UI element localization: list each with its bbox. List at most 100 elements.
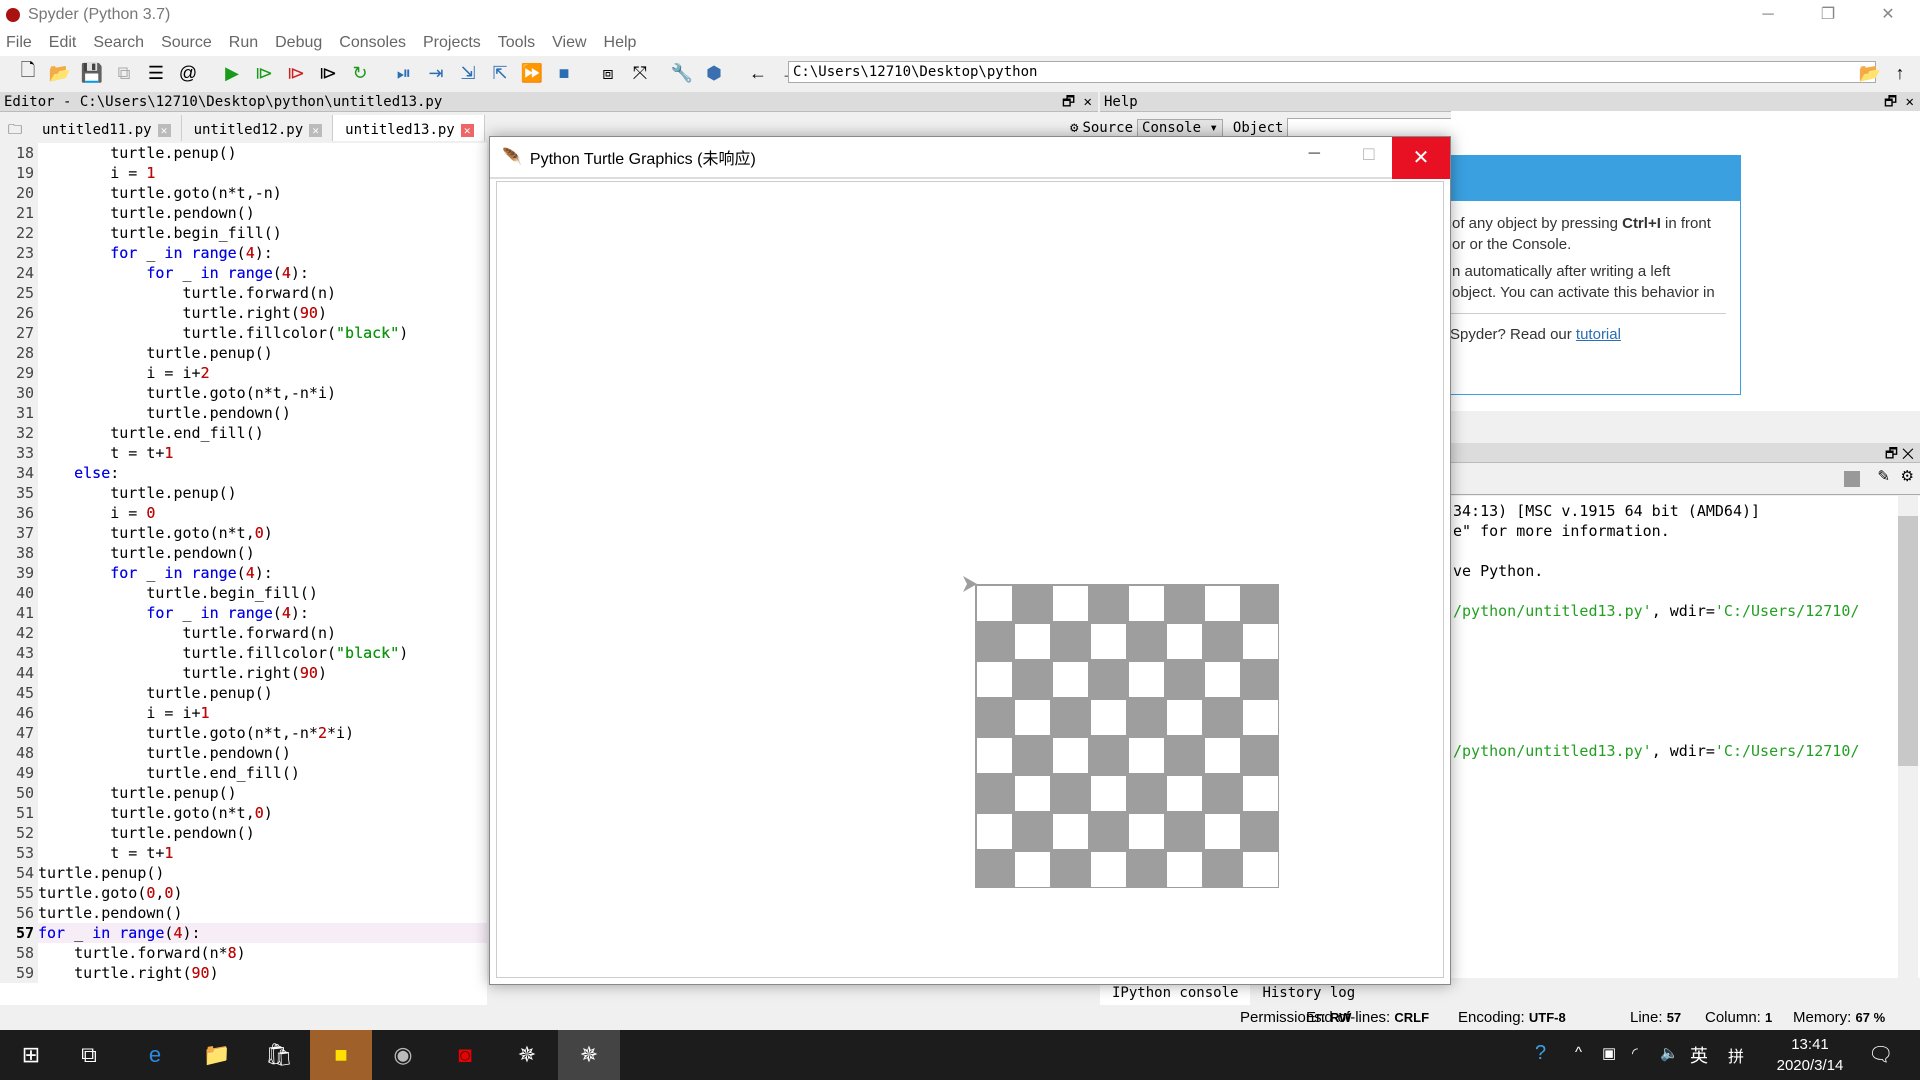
speaker-app-icon[interactable]: ◉ (372, 1030, 434, 1080)
menu-view[interactable]: View (552, 34, 586, 52)
list-icon[interactable]: ☰ (144, 61, 168, 85)
run-cell-advance-icon[interactable]: ⧐ (284, 61, 308, 85)
python-path-icon[interactable]: ⬢ (702, 61, 726, 85)
code-line[interactable]: 49 turtle.end_fill() (0, 763, 487, 783)
tab-untitled11[interactable]: untitled11.py ✕ (30, 115, 182, 141)
run-icon[interactable]: ▶ (220, 61, 244, 85)
step-into-icon[interactable]: ⇲ (456, 61, 480, 85)
network-tray-icon[interactable]: ▣ (1602, 1044, 1616, 1062)
clock[interactable]: 13:41 2020/3/14 (1770, 1034, 1850, 1076)
fullscreen-icon[interactable]: ⤧ (628, 61, 652, 85)
code-line[interactable]: 27 turtle.fillcolor("black") "black" (0, 323, 487, 343)
task-view-icon[interactable]: ⧉ (58, 1030, 120, 1080)
code-line[interactable]: 41 for _ in range(4): for in range 4 (0, 603, 487, 623)
save-icon[interactable]: 💾 (80, 61, 104, 85)
menu-consoles[interactable]: Consoles (339, 34, 406, 52)
maximize-button[interactable]: ☐ (1362, 145, 1376, 165)
notification-icon[interactable]: 🗨 (1868, 1042, 1893, 1067)
gear-icon[interactable]: ⚙ (1070, 120, 1078, 136)
save-all-icon[interactable]: ⧉ (112, 61, 136, 85)
debug-icon[interactable]: ⏯ (392, 61, 416, 85)
code-line[interactable]: 20 turtle.goto(n*t,-n) (0, 183, 487, 203)
code-line[interactable]: 59 turtle.right(90) 90 (0, 963, 487, 983)
code-line[interactable]: 42 turtle.forward(n) (0, 623, 487, 643)
close-tab-icon[interactable]: ✕ (157, 123, 171, 137)
new-file-icon[interactable]: 🗋 (16, 60, 40, 85)
code-line[interactable]: 37 turtle.goto(n*t,0) 0 (0, 523, 487, 543)
code-line[interactable]: 47 turtle.goto(n*t,-n*2*i) 2 (0, 723, 487, 743)
code-line[interactable]: 52 turtle.pendown() (0, 823, 487, 843)
code-line[interactable]: 29 i = i+2 2 (0, 363, 487, 383)
chevron-up-icon[interactable]: ^ (1575, 1044, 1582, 1061)
code-line[interactable]: 46 i = i+1 1 (0, 703, 487, 723)
minimize-button[interactable]: ─ (1309, 145, 1320, 163)
menu-edit[interactable]: Edit (49, 34, 77, 52)
close-button[interactable]: ✕ (1860, 0, 1916, 29)
volume-icon[interactable]: 🔈 (1660, 1044, 1679, 1062)
code-editor[interactable]: 18 turtle.penup() 19 i = 1 1 20 turtle.got… (0, 143, 487, 1005)
code-line[interactable]: 51 turtle.goto(n*t,0) 0 (0, 803, 487, 823)
tab-untitled12[interactable]: untitled12.py ✕ (182, 115, 334, 141)
netease-music-icon[interactable]: ◙ (434, 1030, 496, 1080)
code-line[interactable]: 22 turtle.begin_fill() (0, 223, 487, 243)
maximize-pane-icon[interactable]: ⧈ (596, 61, 620, 85)
code-line[interactable]: 24 for _ in range(4): for in range 4 (0, 263, 487, 283)
code-line[interactable]: 55 turtle.goto(0,0) 0 0 (0, 883, 487, 903)
menu-tools[interactable]: Tools (498, 34, 535, 52)
code-line[interactable]: 45 turtle.penup() (0, 683, 487, 703)
open-file-icon[interactable]: 📂 (48, 61, 72, 85)
code-line[interactable]: 53 t = t+1 1 (0, 843, 487, 863)
back-arrow-icon[interactable]: ← (746, 61, 770, 85)
code-line[interactable]: 38 turtle.pendown() (0, 543, 487, 563)
code-line[interactable]: 33 t = t+1 1 (0, 443, 487, 463)
code-line[interactable]: 34 else: else (0, 463, 487, 483)
menu-source[interactable]: Source (161, 34, 212, 52)
menu-file[interactable]: File (6, 34, 32, 52)
code-line[interactable]: 28 turtle.penup() (0, 343, 487, 363)
menu-run[interactable]: Run (229, 34, 258, 52)
code-line[interactable]: 19 i = 1 1 (0, 163, 487, 183)
sticky-notes-icon[interactable]: ■ (310, 1030, 372, 1080)
code-line[interactable]: 43 turtle.fillcolor("black") "black" (0, 643, 487, 663)
undock-close-icon[interactable]: 🗗 ✕ (1884, 92, 1914, 112)
file-explorer-icon[interactable]: 📁 (186, 1030, 248, 1080)
store-icon[interactable]: 🛍 (248, 1030, 310, 1080)
console-scrollbar[interactable] (1898, 496, 1918, 978)
code-line[interactable]: 30 turtle.goto(n*t,-n*i) (0, 383, 487, 403)
code-line[interactable]: 23 for _ in range(4): for in range 4 (0, 243, 487, 263)
parent-dir-icon[interactable]: ↑ (1888, 61, 1912, 85)
undock-close-icon[interactable]: 🗗 ✕ (1062, 92, 1092, 112)
code-line[interactable]: 50 turtle.penup() (0, 783, 487, 803)
code-line[interactable]: 57 for _ in range(4): for in range 4 (0, 923, 487, 943)
spyder-active-icon[interactable]: ✵ (558, 1030, 620, 1080)
preferences-wrench-icon[interactable]: 🔧 (670, 61, 694, 85)
menu-help[interactable]: Help (604, 34, 637, 52)
undock-close-icon[interactable]: 🗗 ✕ (1885, 443, 1914, 463)
code-line[interactable]: 48 turtle.pendown() (0, 743, 487, 763)
code-line[interactable]: 18 turtle.penup() (0, 143, 487, 163)
code-line[interactable]: 32 turtle.end_fill() (0, 423, 487, 443)
step-return-icon[interactable]: ⇱ (488, 61, 512, 85)
run-selection-icon[interactable]: ⧐ (316, 61, 340, 85)
tutorial-link[interactable]: tutorial (1576, 326, 1621, 343)
tab-history-log[interactable]: History log (1250, 983, 1367, 1005)
code-line[interactable]: 54 turtle.penup() (0, 863, 487, 883)
code-line[interactable]: 31 turtle.pendown() (0, 403, 487, 423)
ime-pinyin[interactable]: 拼 (1728, 1043, 1744, 1067)
code-line[interactable]: 39 for _ in range(4): for in range 4 (0, 563, 487, 583)
working-directory-input[interactable]: C:\Users\12710\Desktop\python ⌄ (788, 61, 1876, 83)
code-line[interactable]: 58 turtle.forward(n*8) 8 (0, 943, 487, 963)
run-cell-icon[interactable]: ⧐ (252, 61, 276, 85)
minimize-button[interactable]: ─ (1740, 0, 1796, 29)
menu-debug[interactable]: Debug (275, 34, 322, 52)
code-line[interactable]: 35 turtle.penup() (0, 483, 487, 503)
help-tray-icon[interactable]: ? (1535, 1042, 1546, 1065)
code-line[interactable]: 21 turtle.pendown() (0, 203, 487, 223)
browse-tabs-icon[interactable]: 🗀 (0, 115, 30, 141)
close-button[interactable]: ✕ (1392, 137, 1450, 179)
tab-ipython-console[interactable]: IPython console (1100, 983, 1251, 1005)
code-line[interactable]: 56 turtle.pendown() (0, 903, 487, 923)
stop-console-icon[interactable] (1844, 471, 1860, 487)
ipython-console[interactable]: 34:13) [MSC v.1915 64 bit (AMD64)] e" for… (1451, 496, 1920, 978)
windows-start-icon[interactable]: ⊞ (0, 1030, 62, 1080)
